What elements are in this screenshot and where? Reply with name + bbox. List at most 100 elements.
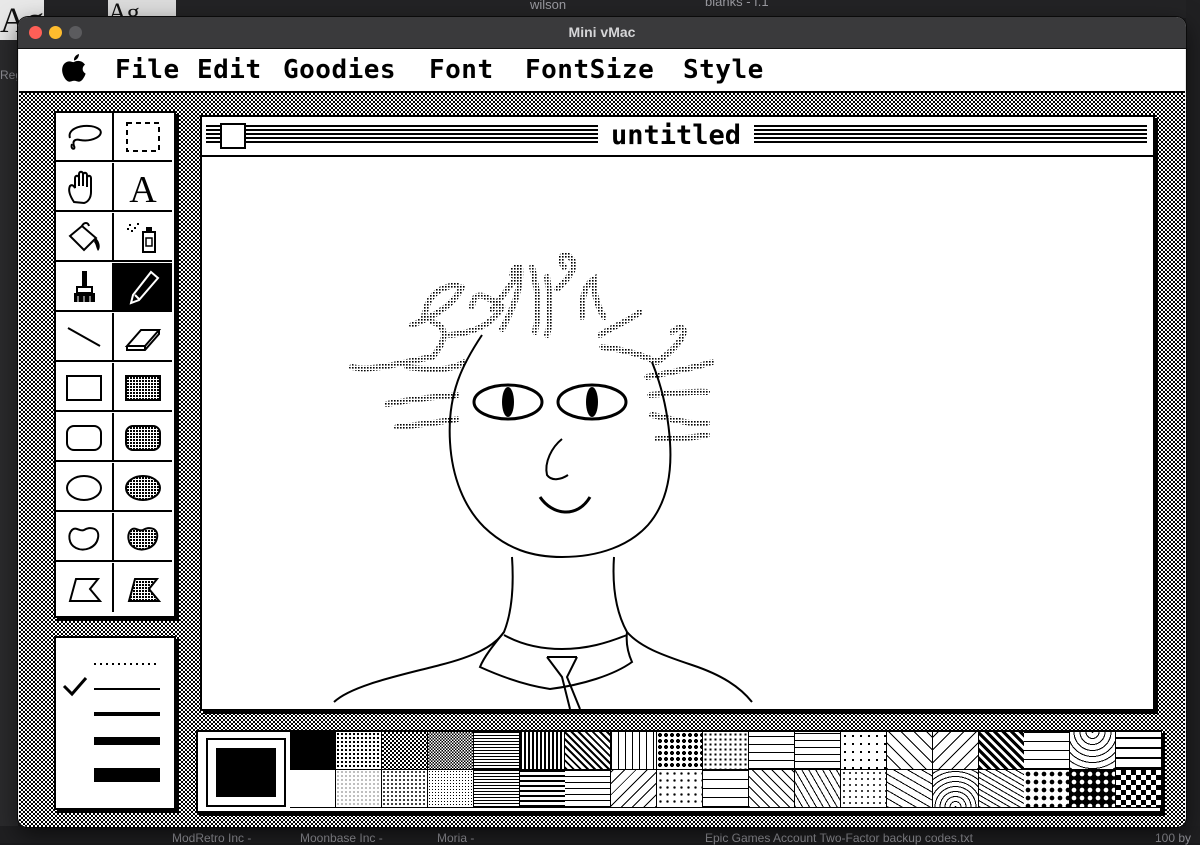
oval-icon — [66, 474, 102, 501]
filled-polygon-icon — [127, 577, 162, 602]
tool-paintbrush[interactable] — [56, 263, 114, 312]
titlebar-stripes-right — [754, 125, 1147, 145]
spray-can-icon — [127, 222, 156, 253]
marquee-icon — [126, 121, 160, 152]
line-width-palette — [54, 636, 176, 810]
pattern-swatch[interactable] — [749, 732, 795, 770]
pattern-swatch[interactable] — [840, 732, 887, 770]
pattern-swatch[interactable] — [290, 732, 336, 770]
check-icon — [62, 677, 88, 697]
tool-spray-can[interactable] — [114, 213, 172, 262]
tool-line[interactable] — [56, 313, 114, 362]
pattern-swatch[interactable] — [473, 770, 520, 808]
pattern-swatch[interactable] — [611, 770, 658, 808]
pattern-swatch[interactable] — [565, 770, 612, 808]
pattern-swatch[interactable] — [519, 770, 566, 808]
tool-paint-bucket[interactable] — [56, 213, 114, 262]
background-ag-preview-2: Ag — [108, 0, 176, 18]
pattern-swatch[interactable] — [886, 732, 933, 770]
pattern-swatch[interactable] — [1116, 770, 1163, 808]
tool-selection-rectangle[interactable] — [114, 113, 172, 162]
pattern-swatch[interactable] — [840, 770, 887, 808]
paint-bucket-icon — [68, 221, 100, 251]
background-finder-item-wilson[interactable]: wilson — [530, 0, 566, 12]
pattern-swatch[interactable] — [886, 770, 933, 808]
tool-palette: A — [54, 111, 176, 618]
pattern-swatch[interactable] — [427, 770, 474, 808]
menu-fontsize[interactable]: FontSize — [525, 52, 654, 88]
current-pattern-swatch — [216, 748, 276, 797]
background-finder-item-blanks[interactable]: blanks - f.1 — [705, 0, 769, 9]
menu-edit[interactable]: Edit — [197, 52, 262, 88]
lasso-icon — [68, 124, 102, 150]
pattern-swatch[interactable] — [978, 732, 1025, 770]
filled-freeform-icon — [127, 526, 159, 551]
pattern-swatch[interactable] — [1070, 732, 1117, 770]
tool-filled-rectangle[interactable] — [114, 363, 172, 412]
macpaint-desktop: A untitled — [19, 93, 1185, 827]
tool-filled-polygon[interactable] — [114, 563, 172, 612]
pattern-swatch[interactable] — [381, 770, 428, 808]
pattern-swatch[interactable] — [427, 732, 474, 770]
paintbrush-icon — [74, 270, 95, 302]
pattern-swatch[interactable] — [335, 732, 382, 770]
titlebar-stripes-left — [206, 125, 598, 145]
pattern-swatch[interactable] — [519, 732, 566, 770]
document-window: untitled — [200, 115, 1155, 711]
close-box[interactable] — [220, 123, 246, 149]
apple-menu-icon[interactable] — [59, 53, 89, 85]
pattern-swatch[interactable] — [703, 732, 750, 770]
tool-rounded-rectangle[interactable] — [56, 413, 114, 462]
pattern-swatch[interactable] — [1024, 770, 1071, 808]
pattern-swatch[interactable] — [978, 770, 1025, 808]
filled-rounded-rectangle-icon — [125, 424, 161, 451]
pattern-swatch[interactable] — [749, 770, 795, 808]
tool-filled-rounded-rectangle[interactable] — [114, 413, 172, 462]
document-titlebar[interactable]: untitled — [202, 117, 1153, 157]
menu-goodies[interactable]: Goodies — [283, 52, 396, 88]
pattern-swatch[interactable] — [381, 732, 428, 770]
document-title: untitled — [602, 119, 750, 153]
tool-filled-freeform[interactable] — [114, 513, 172, 562]
pattern-swatch[interactable] — [794, 770, 841, 808]
pattern-swatch[interactable] — [657, 770, 704, 808]
pattern-swatch[interactable] — [703, 770, 750, 808]
left-eye — [472, 383, 544, 421]
pattern-swatch[interactable] — [565, 732, 612, 770]
tool-eraser[interactable] — [114, 313, 172, 362]
desktop-background-right — [1186, 0, 1200, 843]
tool-oval[interactable] — [56, 463, 114, 512]
menu-font[interactable]: Font — [429, 52, 494, 88]
pattern-swatch[interactable] — [932, 732, 979, 770]
pattern-swatch[interactable] — [932, 770, 979, 808]
drawing-canvas[interactable] — [202, 157, 1153, 710]
tool-text[interactable]: A — [114, 163, 172, 212]
window-titlebar[interactable]: Mini vMac — [18, 17, 1186, 49]
desktop-background-top — [0, 0, 1200, 18]
pattern-swatch[interactable] — [290, 770, 336, 808]
pattern-swatch[interactable] — [794, 732, 841, 770]
pattern-swatch[interactable] — [657, 732, 704, 770]
line-icon — [67, 326, 101, 347]
tool-freeform[interactable] — [56, 513, 114, 562]
filled-oval-icon — [125, 474, 161, 501]
tool-polygon[interactable] — [56, 563, 114, 612]
menu-file[interactable]: File — [115, 52, 180, 88]
rectangle-icon — [66, 374, 102, 401]
current-pattern-indicator — [206, 738, 286, 807]
emulated-mac-screen: File Edit Goodies Font FontSize Style A — [19, 49, 1185, 827]
tool-pencil[interactable] — [114, 263, 172, 312]
pattern-swatch[interactable] — [1116, 732, 1163, 770]
tool-filled-oval[interactable] — [114, 463, 172, 512]
tool-rectangle[interactable] — [56, 363, 114, 412]
pattern-swatch[interactable] — [335, 770, 382, 808]
pattern-palette — [196, 730, 1163, 813]
menu-style[interactable]: Style — [683, 52, 764, 88]
tool-lasso[interactable] — [56, 113, 114, 162]
pattern-swatch[interactable] — [1070, 770, 1117, 808]
line-width-options — [62, 663, 160, 782]
tool-grabber[interactable] — [56, 163, 114, 212]
pattern-swatch[interactable] — [473, 732, 520, 770]
pattern-swatch[interactable] — [1024, 732, 1071, 770]
pattern-swatch[interactable] — [611, 732, 658, 770]
